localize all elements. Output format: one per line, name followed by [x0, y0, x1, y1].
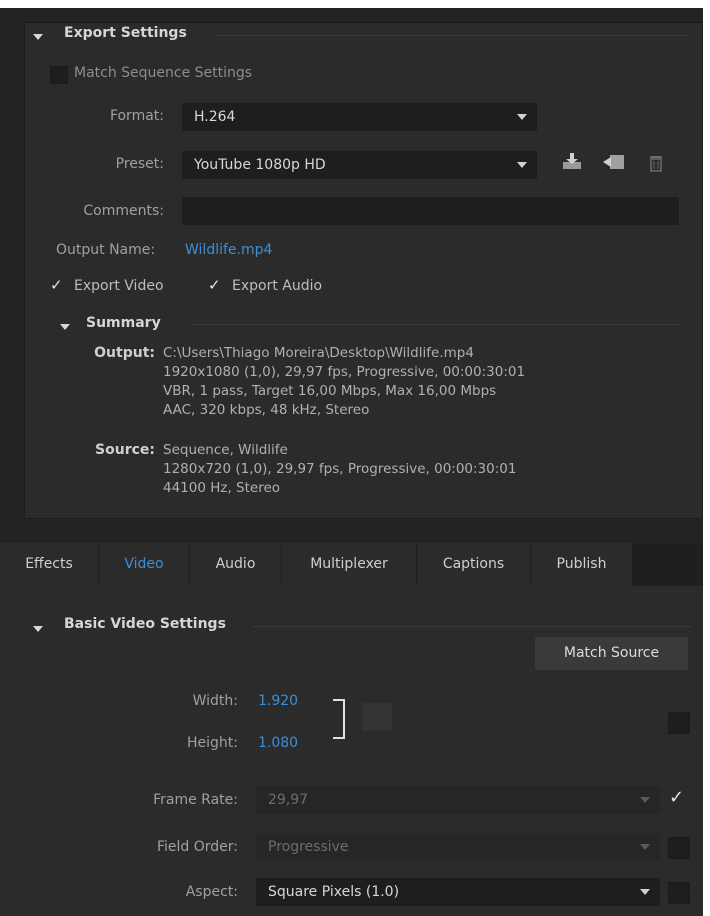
video-collapse-icon[interactable]	[33, 620, 43, 636]
export-settings-header[interactable]: Export Settings	[64, 25, 187, 41]
preset-value: YouTube 1080p HD	[194, 157, 326, 173]
summary-collapse-icon[interactable]	[60, 318, 70, 334]
output-name-label: Output Name:	[56, 242, 156, 258]
format-dropdown[interactable]: H.264	[182, 103, 537, 131]
summary-output-line: VBR, 1 pass, Target 16,00 Mbps, Max 16,0…	[163, 383, 497, 399]
chevron-down-icon	[517, 162, 527, 168]
summary-source-line: 1280x720 (1,0), 29,97 fps, Progressive, …	[163, 461, 517, 477]
field-order-dropdown[interactable]: Progressive	[256, 833, 660, 861]
basic-video-settings-header[interactable]: Basic Video Settings	[64, 616, 226, 632]
summary-output-key: Output:	[94, 345, 155, 361]
export-video-label: Export Video	[74, 278, 164, 294]
header-divider	[214, 35, 690, 36]
height-label: Height:	[187, 735, 238, 751]
summary-source-line: Sequence, Wildlife	[163, 442, 288, 458]
export-audio-checkbox[interactable]: ✓	[208, 276, 221, 294]
width-label: Width:	[192, 693, 238, 709]
constrain-bracket	[333, 699, 345, 739]
size-override-checkbox[interactable]	[668, 712, 690, 734]
chevron-down-icon	[640, 797, 650, 803]
format-label: Format:	[109, 108, 164, 124]
aspect-dropdown[interactable]: Square Pixels (1.0)	[256, 878, 660, 906]
export-video-checkbox[interactable]: ✓	[50, 276, 63, 294]
field-order-checkbox[interactable]	[668, 837, 690, 859]
height-value[interactable]: 1.080	[258, 735, 298, 751]
field-order-label: Field Order:	[156, 839, 238, 855]
tab-audio[interactable]: Audio	[190, 543, 281, 586]
frame-rate-value: 29,97	[268, 792, 309, 808]
settings-tab-bar: Effects Video Audio Multiplexer Captions…	[0, 543, 703, 586]
delete-preset-icon[interactable]	[648, 153, 664, 177]
match-source-button[interactable]: Match Source	[535, 637, 688, 670]
field-order-value: Progressive	[268, 839, 349, 855]
constrain-proportions-toggle[interactable]	[362, 703, 392, 731]
export-settings-window: Export Settings Match Sequence Settings …	[0, 8, 703, 916]
output-name-link[interactable]: Wildlife.mp4	[185, 242, 272, 258]
export-audio-label: Export Audio	[232, 278, 323, 294]
import-preset-icon[interactable]	[602, 153, 626, 175]
width-value[interactable]: 1.920	[258, 693, 298, 709]
preset-label: Preset:	[115, 156, 164, 172]
aspect-value: Square Pixels (1.0)	[268, 884, 400, 900]
aspect-label: Aspect:	[185, 884, 238, 900]
frame-rate-dropdown[interactable]: 29,97	[256, 786, 660, 814]
tab-multiplexer[interactable]: Multiplexer	[282, 543, 416, 586]
preset-dropdown[interactable]: YouTube 1080p HD	[182, 151, 537, 179]
tab-publish[interactable]: Publish	[531, 543, 632, 586]
comments-input[interactable]	[182, 197, 679, 225]
collapse-triangle-icon[interactable]	[33, 28, 43, 44]
format-value: H.264	[194, 109, 236, 125]
chevron-down-icon	[640, 889, 650, 895]
save-preset-icon[interactable]	[561, 151, 583, 175]
summary-output-line: 1920x1080 (1,0), 29,97 fps, Progressive,…	[163, 364, 526, 380]
video-settings-panel	[0, 586, 703, 916]
summary-source-key: Source:	[95, 442, 155, 458]
tab-effects[interactable]: Effects	[0, 543, 98, 586]
frame-rate-checkbox[interactable]: ✓	[669, 787, 684, 808]
frame-rate-label: Frame Rate:	[153, 792, 238, 808]
summary-output-line: C:\Users\Thiago Moreira\Desktop\Wildlife…	[163, 345, 474, 361]
summary-header[interactable]: Summary	[86, 315, 161, 331]
match-sequence-label: Match Sequence Settings	[74, 65, 253, 81]
chevron-down-icon	[517, 114, 527, 120]
summary-divider	[190, 324, 680, 325]
tab-captions[interactable]: Captions	[417, 543, 530, 586]
chevron-down-icon	[640, 844, 650, 850]
summary-output-line: AAC, 320 kbps, 48 kHz, Stereo	[163, 402, 370, 418]
comments-label: Comments:	[83, 203, 164, 219]
match-sequence-checkbox[interactable]	[50, 66, 68, 84]
aspect-checkbox[interactable]	[668, 882, 690, 904]
summary-source-line: 44100 Hz, Stereo	[163, 480, 281, 496]
video-header-divider	[252, 626, 692, 627]
tab-video[interactable]: Video	[99, 543, 189, 586]
